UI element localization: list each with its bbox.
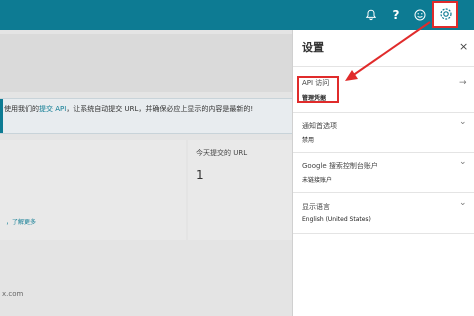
chevron-down-icon: ⌄ bbox=[459, 198, 467, 208]
section-value: 禁用 bbox=[302, 137, 315, 144]
arrow-right-icon: → bbox=[459, 78, 467, 88]
section-value: English (United States) bbox=[302, 216, 371, 223]
section-label: 通知首选项 bbox=[302, 122, 337, 130]
section-notifications[interactable]: 通知首选项 禁用 ⌄ bbox=[293, 112, 474, 152]
card-title: 今天提交的 URL bbox=[196, 149, 248, 157]
panel-title: 设置 bbox=[302, 41, 324, 54]
gear-icon bbox=[440, 8, 452, 20]
banner-accent bbox=[0, 99, 3, 133]
settings-button[interactable] bbox=[432, 1, 458, 28]
bell-icon[interactable] bbox=[362, 6, 380, 24]
chevron-down-icon: ⌄ bbox=[459, 117, 467, 127]
banner-text: 使用我们的提交 API，让系统自动提交 URL，并确保必应上显示的内容是最新的! bbox=[4, 105, 254, 113]
learn-more-link[interactable]: ，了解更多 bbox=[6, 217, 36, 226]
submit-api-link[interactable]: 提交 API bbox=[39, 105, 66, 113]
header-strip bbox=[0, 34, 292, 92]
section-value: 未链接账户 bbox=[302, 177, 333, 184]
smile-icon[interactable] bbox=[411, 6, 429, 24]
highlight-box bbox=[297, 76, 339, 103]
section-label: 显示语言 bbox=[302, 203, 330, 211]
footer-text: x.com bbox=[2, 290, 24, 298]
stats-card: ，了解更多 bbox=[0, 140, 186, 240]
section-display-language[interactable]: 显示语言 English (United States) ⌄ bbox=[293, 192, 474, 234]
close-icon[interactable]: × bbox=[459, 40, 468, 53]
section-label: Google 搜索控制台账户 bbox=[302, 162, 378, 170]
chevron-down-icon: ⌄ bbox=[459, 157, 467, 167]
help-icon[interactable]: ? bbox=[387, 6, 405, 24]
section-google-search-console[interactable]: Google 搜索控制台账户 未链接账户 ⌄ bbox=[293, 152, 474, 192]
urls-submitted-card: 今天提交的 URL 1 bbox=[188, 140, 292, 240]
main-content: 使用我们的提交 API，让系统自动提交 URL，并确保必应上显示的内容是最新的!… bbox=[0, 30, 292, 316]
settings-panel: 设置 × API 访问 管理凭据 → 通知首选项 禁用 ⌄ Google 搜索控… bbox=[292, 30, 474, 316]
top-bar: ? bbox=[0, 0, 474, 30]
card-value: 1 bbox=[196, 168, 204, 182]
